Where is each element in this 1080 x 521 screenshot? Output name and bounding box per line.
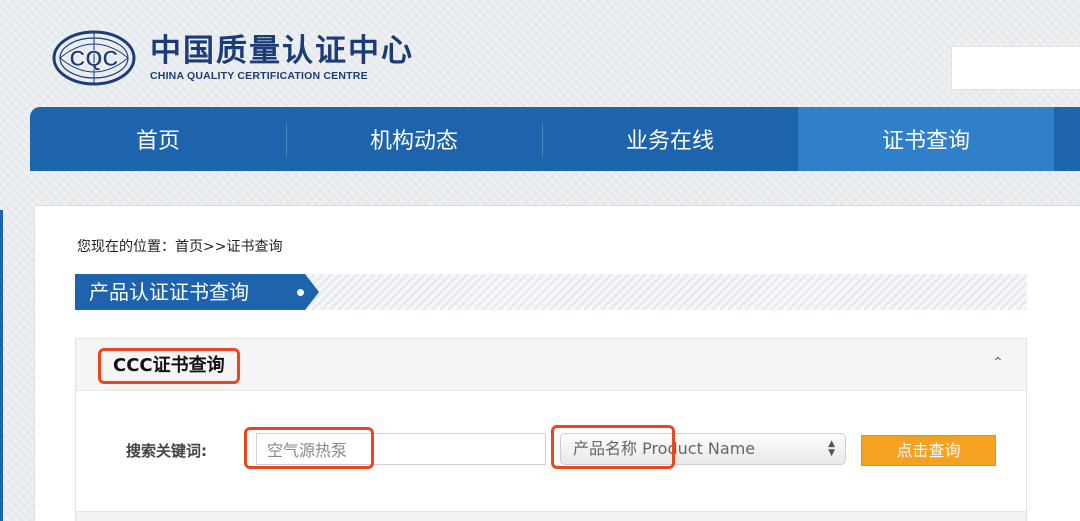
query-panel-header: CCC证书查询 ⌃ — [76, 339, 1026, 391]
nav-item-news[interactable]: 机构动态 — [286, 107, 542, 171]
logo-chinese-name: 中国质量认证中心 — [150, 33, 414, 69]
content-panel: 您现在的位置：首页>>证书查询 产品认证证书查询 CCC证书查询 ⌃ 搜索关键词… — [34, 205, 1080, 521]
query-form-row: 搜索关键词: 产品名称 Product Name ▲▼ 点击查询 — [76, 425, 1026, 471]
search-field-select[interactable]: 产品名称 Product Name ▲ ▼ — [560, 433, 846, 465]
ccc-query-panel: CCC证书查询 ⌃ 搜索关键词: 产品名称 Product Name ▲▼ 点击… — [75, 338, 1027, 521]
nav-spacer — [1054, 107, 1080, 171]
cqc-emblem-icon: CQC — [50, 26, 138, 90]
section-header: 产品认证证书查询 — [75, 274, 1027, 310]
query-button[interactable]: 点击查询 — [861, 435, 996, 466]
main-nav: 首页 机构动态 业务在线 证书查询 — [30, 107, 1080, 171]
header-search-box[interactable] — [951, 46, 1080, 90]
query-panel-title: CCC证书查询 — [98, 348, 240, 384]
select-arrows-icon: ▲ ▼ — [828, 439, 835, 458]
site-logo[interactable]: CQC 中国质量认证中心 CHINA QUALITY CERTIFICATION… — [50, 26, 414, 90]
section-title: 产品认证证书查询 — [75, 274, 319, 310]
nav-item-certificate-query[interactable]: 证书查询 — [798, 107, 1054, 171]
keyword-label: 搜索关键词: — [126, 442, 207, 460]
keyword-input[interactable] — [256, 433, 546, 465]
svg-text:CQC: CQC — [70, 46, 119, 71]
logo-english-name: CHINA QUALITY CERTIFICATION CENTRE — [150, 70, 368, 82]
nav-item-home[interactable]: 首页 — [30, 107, 286, 171]
query-panel-footer — [76, 511, 1026, 521]
chevron-up-icon[interactable]: ⌃ — [988, 353, 1008, 373]
dot-icon — [297, 289, 304, 296]
left-accent-bar — [0, 210, 3, 521]
nav-item-business[interactable]: 业务在线 — [542, 107, 798, 171]
breadcrumb: 您现在的位置：首页>>证书查询 — [77, 239, 283, 255]
